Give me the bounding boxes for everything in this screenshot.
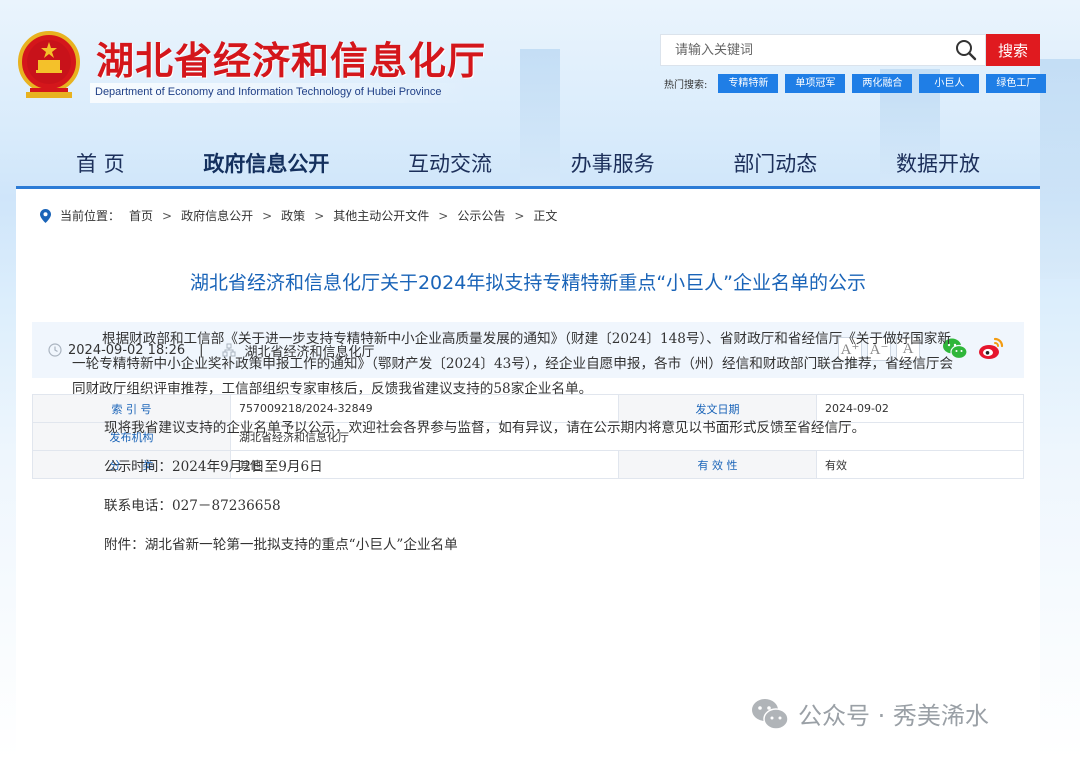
watermark: 公众号 · 秀美浠水 xyxy=(750,696,989,731)
breadcrumb-item[interactable]: 其他主动公开文件 xyxy=(333,207,429,224)
hot-search: 热门搜索: 专精特新 单项冠军 两化融合 小巨人 绿色工厂 xyxy=(664,74,1047,93)
hot-tag[interactable]: 单项冠军 xyxy=(785,74,846,93)
hot-tag[interactable]: 专精特新 xyxy=(718,74,779,93)
weibo-share-icon[interactable] xyxy=(978,336,1004,362)
nav-item-services[interactable]: 办事服务 xyxy=(571,144,655,188)
nav-item-home[interactable]: 首 页 xyxy=(76,144,125,188)
clock-icon xyxy=(48,343,62,357)
breadcrumb-separator: > xyxy=(314,208,325,223)
attachment-link[interactable]: 附件：湖北省新一轮第一批拟支持的重点“小巨人”企业名单 xyxy=(74,533,954,558)
article-title: 湖北省经济和信息化厅关于2024年拟支持专精特新重点“小巨人”企业名单的公示 xyxy=(189,272,867,294)
hot-tag[interactable]: 绿色工厂 xyxy=(986,74,1047,93)
breadcrumb-separator: > xyxy=(438,208,449,223)
breadcrumb-label: 当前位置： xyxy=(60,209,121,223)
breadcrumb-item[interactable]: 政府信息公开 xyxy=(181,207,253,224)
watermark-text: 公众号 · 秀美浠水 xyxy=(798,702,989,730)
body-paragraph: 根据财政部和工信部《关于进一步支持专精特新中小企业高质量发展的通知》（财建〔20… xyxy=(72,331,954,397)
site-subtitle: Department of Economy and Information Te… xyxy=(95,86,442,98)
site-title[interactable]: 湖北省经济和信息化厅 xyxy=(96,30,486,85)
national-emblem-icon xyxy=(18,31,80,98)
body-paragraph: 联系电话：027－87236658 xyxy=(104,498,281,514)
body-paragraph: 公示时间：2024年9月2日至9月6日 xyxy=(104,459,323,475)
hot-tag[interactable]: 两化融合 xyxy=(852,74,913,93)
breadcrumb-item[interactable]: 公示公告 xyxy=(457,207,505,224)
breadcrumb-separator: > xyxy=(162,208,173,223)
breadcrumb-item-current: 正文 xyxy=(533,209,558,223)
hot-search-label: 热门搜索: xyxy=(664,80,708,91)
nav-item-interaction[interactable]: 互动交流 xyxy=(408,144,492,188)
wechat-logo-icon xyxy=(752,698,789,730)
breadcrumb: 当前位置： 首页 > 政府信息公开 > 政策 > 其他主动公开文件 > 公示公告… xyxy=(40,207,557,224)
search-input[interactable] xyxy=(661,36,953,64)
article-body: 根据财政部和工信部《关于进一步支持专精特新中小企业高质量发展的通知》（财建〔20… xyxy=(72,327,954,572)
nav-item-open-data[interactable]: 数据开放 xyxy=(896,144,980,188)
breadcrumb-separator: > xyxy=(514,208,525,223)
breadcrumb-separator: > xyxy=(262,208,273,223)
search-box xyxy=(660,34,986,66)
breadcrumb-item[interactable]: 首页 xyxy=(129,207,153,224)
main-nav: 首 页 政府信息公开 互动交流 办事服务 部门动态 数据开放 xyxy=(16,144,1040,188)
nav-item-department-news[interactable]: 部门动态 xyxy=(733,144,817,188)
breadcrumb-item[interactable]: 政策 xyxy=(281,207,305,224)
search-button[interactable]: 搜索 xyxy=(986,34,1040,66)
search-icon[interactable] xyxy=(953,37,979,63)
body-paragraph: 现将我省建议支持的企业名单予以公示，欢迎社会各界参与监督，如有异议，请在公示期内… xyxy=(104,420,866,436)
hot-tag[interactable]: 小巨人 xyxy=(919,74,980,93)
nav-item-gov-info[interactable]: 政府信息公开 xyxy=(203,144,329,188)
location-pin-icon xyxy=(40,208,51,223)
